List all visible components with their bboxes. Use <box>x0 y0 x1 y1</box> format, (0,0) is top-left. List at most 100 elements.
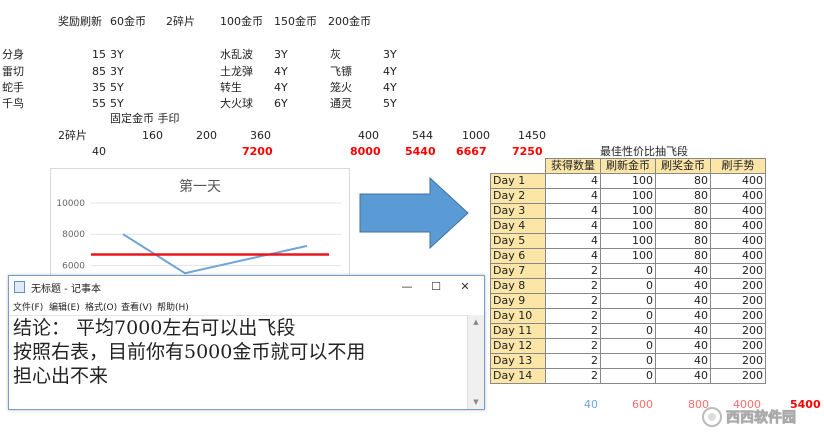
item-name: 雷切 <box>2 65 24 78</box>
value-cell: 200 <box>710 338 766 354</box>
scroll-up-icon[interactable]: ▲ <box>468 315 484 329</box>
value-cell: 40 <box>655 368 711 384</box>
item-name: 水乱波 <box>220 48 253 61</box>
value-cell: 0 <box>600 368 656 384</box>
table-row: Day 13 2 0 40 200 <box>490 353 766 369</box>
close-button[interactable]: ✕ <box>450 278 480 296</box>
value-cell: 100 <box>600 248 656 264</box>
chart-title: 第一天 <box>179 178 221 195</box>
value-cell: 200 <box>710 293 766 309</box>
day-label-cell: Day 12 <box>490 338 546 354</box>
header-cell: 刷手势 <box>710 158 766 174</box>
day-label-cell: Day 4 <box>490 218 546 234</box>
notepad-window[interactable]: 无标题 - 记事本 — ☐ ✕ 文件(F) 编辑(E) 格式(O) 查看(V) … <box>8 275 485 410</box>
item-name: 土龙弹 <box>220 65 253 78</box>
table-row: Day 9 2 0 40 200 <box>490 293 766 309</box>
value-cell: 0 <box>600 278 656 294</box>
cost-cell: 400 <box>358 129 379 142</box>
item-value: 55 <box>92 97 106 110</box>
text-line: 结论： 平均7000左右可以出飞段 <box>13 317 296 339</box>
scroll-down-icon[interactable]: ▼ <box>468 395 484 409</box>
item-name: 大火球 <box>220 97 253 110</box>
table-row: Day 6 4 100 80 400 <box>490 248 766 264</box>
vertical-scrollbar[interactable]: ▲ ▼ <box>467 315 484 409</box>
menu-edit[interactable]: 编辑(E) <box>49 300 80 313</box>
value-cell: 40 <box>655 338 711 354</box>
value-cell: 80 <box>655 173 711 189</box>
day-label-cell: Day 11 <box>490 323 546 339</box>
day-label-cell: Day 7 <box>490 263 546 279</box>
day-label-cell: Day 8 <box>490 278 546 294</box>
value-cell: 2 <box>545 278 601 294</box>
value-cell: 400 <box>710 203 766 219</box>
table-row: Day 14 2 0 40 200 <box>490 368 766 384</box>
menu-view[interactable]: 查看(V) <box>121 300 152 313</box>
value-cell: 4 <box>545 188 601 204</box>
table-row: Day 12 2 0 40 200 <box>490 338 766 354</box>
arrow-right-icon <box>359 176 469 250</box>
value-cell: 40 <box>655 293 711 309</box>
item-name: 蛇手 <box>2 81 24 94</box>
value-cell: 80 <box>655 188 711 204</box>
item-duration: 4Y <box>274 81 288 94</box>
value-cell: 100 <box>600 203 656 219</box>
value-cell: 80 <box>655 248 711 264</box>
notepad-icon <box>14 281 25 293</box>
day-label-cell: Day 6 <box>490 248 546 264</box>
value-cell: 0 <box>600 323 656 339</box>
item-name: 飞镖 <box>330 65 352 78</box>
cost-60: 60金币 <box>110 15 146 28</box>
table-row: Day 1 4 100 80 400 <box>490 173 766 189</box>
table-row: Day 7 2 0 40 200 <box>490 263 766 279</box>
value-cell: 40 <box>655 323 711 339</box>
value-cell: 0 <box>600 338 656 354</box>
item-value: 35 <box>92 81 106 94</box>
item-name: 通灵 <box>330 97 352 110</box>
value-cell: 0 <box>600 353 656 369</box>
item-value: 15 <box>92 48 106 61</box>
value-cell: 2 <box>545 353 601 369</box>
value-cell: 400 <box>710 188 766 204</box>
cost-cell: 360 <box>250 129 271 142</box>
value-cell: 40 <box>655 263 711 279</box>
item-duration: 3Y <box>383 48 397 61</box>
value-cell: 100 <box>600 173 656 189</box>
day-label-cell: Day 1 <box>490 173 546 189</box>
menu-file[interactable]: 文件(F) <box>13 300 43 313</box>
table-row: Day 10 2 0 40 200 <box>490 308 766 324</box>
item-duration: 4Y <box>383 65 397 78</box>
value-cell: 100 <box>600 233 656 249</box>
value-cell: 2 <box>545 368 601 384</box>
text-line: 按照右表，目前你有5000金币就可以不用 <box>13 341 366 363</box>
item-name: 千鸟 <box>2 97 24 110</box>
text-editor[interactable]: 结论： 平均7000左右可以出飞段 按照右表，目前你有5000金币就可以不用 担… <box>9 315 468 409</box>
value-cell: 2 <box>545 263 601 279</box>
item-duration: 3Y <box>110 65 124 78</box>
table-header-row: 获得数量 刷新金币 刷奖金币 刷手势 <box>490 158 766 174</box>
cost-cell: 160 <box>142 129 163 142</box>
value-cell: 4 <box>545 248 601 264</box>
fixed-gold-label: 固定金币 手印 <box>110 112 180 125</box>
minimize-button[interactable]: — <box>392 278 422 296</box>
menu-format[interactable]: 格式(O) <box>85 300 117 313</box>
day-label-cell: Day 9 <box>490 293 546 309</box>
total-cell-highlight: 5440 <box>405 145 436 158</box>
item-value: 85 <box>92 65 106 78</box>
total-cell: 40 <box>92 145 106 158</box>
header-cell: 刷奖金币 <box>655 158 711 174</box>
value-cell: 200 <box>710 263 766 279</box>
value-cell: 100 <box>600 188 656 204</box>
day-label-cell: Day 3 <box>490 203 546 219</box>
window-titlebar[interactable]: 无标题 - 记事本 — ☐ ✕ <box>9 276 484 298</box>
value-cell: 4 <box>545 203 601 219</box>
table-row: Day 4 4 100 80 400 <box>490 218 766 234</box>
data-table: 获得数量 刷新金币 刷奖金币 刷手势 Day 1 4 100 80 400 Day 241… <box>490 158 766 384</box>
table-row: Day 8 2 0 40 200 <box>490 278 766 294</box>
day-label-cell: Day 5 <box>490 233 546 249</box>
menu-help[interactable]: 帮助(H) <box>157 300 189 313</box>
item-name: 转生 <box>220 81 242 94</box>
value-cell: 2 <box>545 308 601 324</box>
table-row: Day 2 4 100 80 400 <box>490 188 766 204</box>
value-cell: 200 <box>710 278 766 294</box>
maximize-button[interactable]: ☐ <box>421 278 451 296</box>
